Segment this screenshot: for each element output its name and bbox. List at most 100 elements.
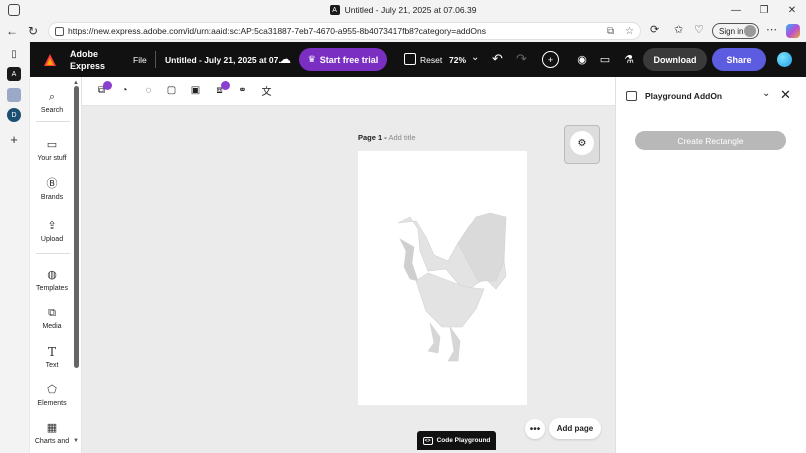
start-free-trial-button[interactable]: ♛ Start free trial — [299, 48, 387, 71]
sidebar-item-brands[interactable]: Ⓑ Brands — [30, 177, 74, 201]
sidebar-item-your-stuff[interactable]: ▭ Your stuff — [30, 138, 74, 162]
panel-collapse-chevron-icon[interactable]: ⌄ — [762, 88, 770, 99]
more-menu-icon[interactable]: ⋯ — [766, 23, 777, 36]
window-controls: — ❐ ✕ — [722, 0, 806, 20]
sidebar-item-label: Upload — [40, 236, 64, 243]
zoom-chevron-down-icon[interactable]: ⌄ — [471, 52, 479, 63]
brand-line-2: Express — [70, 61, 106, 71]
design-page[interactable] — [358, 151, 527, 405]
translate-icon[interactable]: 文 — [260, 84, 273, 98]
tab-image-icon[interactable] — [7, 88, 21, 102]
code-playground-button[interactable]: <> Code Playground — [417, 431, 496, 450]
media-icon: ⧉ — [48, 307, 56, 319]
favorites-icon[interactable]: ✩ — [674, 23, 683, 36]
user-profile-avatar[interactable] — [777, 52, 792, 67]
addon-panel: Playground AddOn ⌄ ✕ Create Rectangle — [615, 77, 806, 453]
browser-toolbar: ← ↻ https://new.express.adobe.com/id/urn… — [0, 20, 806, 42]
sidebar-item-label: Media — [42, 323, 62, 330]
lightbulb-icon[interactable]: ◉ — [575, 52, 589, 66]
code-playground-label: Code Playground — [436, 437, 491, 444]
addon-palette-icon[interactable]: ◔ — [118, 84, 131, 97]
cloud-sync-icon[interactable]: ☁ — [279, 52, 291, 66]
adobe-express-logo-icon[interactable] — [43, 53, 57, 67]
new-tab-plus-icon[interactable]: + — [7, 132, 21, 147]
sidebar-item-upload[interactable]: ⇪ Upload — [30, 219, 74, 243]
open-in-app-icon[interactable]: ⧉ — [607, 26, 614, 37]
sidebar-scrollbar-thumb[interactable] — [74, 86, 79, 368]
create-rectangle-button[interactable]: Create Rectangle — [635, 131, 786, 150]
brand-line-1: Adobe — [70, 49, 98, 59]
refresh-icon[interactable]: ↻ — [24, 22, 42, 40]
elements-icon: ⬠ — [47, 384, 57, 396]
sidebar-item-search[interactable]: ⌕ Search — [30, 90, 74, 114]
crown-icon: ♛ — [307, 54, 316, 64]
canvas-area[interactable] — [82, 106, 615, 453]
url-text: https://new.express.adobe.com/id/urn:aai… — [68, 26, 486, 36]
add-page-button[interactable]: Add page — [549, 418, 601, 439]
site-info-icon[interactable] — [55, 27, 64, 36]
more-options-icon[interactable]: ••• — [525, 419, 545, 439]
address-bar[interactable]: https://new.express.adobe.com/id/urn:aai… — [48, 22, 641, 40]
sidebar-item-label: Search — [40, 107, 64, 114]
window-title: Untitled - July 21, 2025 at 07.06.39 — [344, 5, 477, 15]
sidebar-item-text[interactable]: T Text — [30, 345, 74, 369]
sidebar-item-media[interactable]: ⧉ Media — [30, 306, 74, 330]
tab-actions-icon[interactable]: ▯ — [7, 47, 21, 61]
close-icon[interactable]: ✕ — [780, 87, 791, 103]
sidebar-item-label: Elements — [37, 400, 67, 407]
sidebar-item-charts[interactable]: ▦ Charts and — [30, 421, 74, 445]
code-icon: <> — [422, 436, 433, 445]
back-arrow-icon[interactable]: ← — [3, 22, 21, 40]
reset-button[interactable]: Reset — [420, 55, 442, 65]
addon-shapes-icon[interactable]: ◌ — [142, 84, 155, 97]
sign-in-button[interactable]: Sign in — [712, 23, 759, 39]
profile-avatar-icon — [744, 25, 756, 37]
trial-label: Start free trial — [319, 54, 379, 65]
sign-in-label: Sign in — [719, 26, 744, 36]
sidebar-item-label: Your stuff — [37, 155, 67, 162]
charts-icon: ▦ — [46, 422, 58, 434]
minimize-button[interactable]: — — [722, 0, 750, 20]
share-button[interactable]: Share — [712, 48, 766, 71]
scroll-down-arrow-icon[interactable]: ▼ — [73, 438, 79, 444]
file-menu-button[interactable]: File — [133, 55, 147, 65]
invite-user-icon[interactable]: + — [542, 51, 559, 68]
search-icon: ⌕ — [48, 91, 56, 103]
premium-crown-icon — [103, 81, 112, 90]
extensions-icon[interactable]: ⟳ — [650, 23, 659, 36]
document-title[interactable]: Untitled - July 21, 2025 at 07.... — [165, 55, 288, 65]
tab-site-icon[interactable]: D — [7, 108, 21, 122]
addon-calendar-icon — [626, 91, 637, 101]
sidebar-item-label: Charts and — [34, 438, 70, 445]
flask-icon[interactable]: ⚗ — [622, 52, 636, 66]
page-settings-icon[interactable]: ⚙ — [570, 131, 594, 155]
favorite-star-icon[interactable]: ☆ — [625, 26, 634, 37]
sidebar-item-elements[interactable]: ⬠ Elements — [30, 383, 74, 407]
page-thumbnail[interactable]: ⚙ — [564, 125, 600, 164]
page-number-label: Page 1 - — [358, 133, 387, 142]
create-rectangle-label: Create Rectangle — [677, 135, 744, 146]
sidebar-item-label: Templates — [36, 285, 68, 292]
upload-icon: ⇪ — [47, 220, 57, 232]
redo-icon[interactable]: ↷ — [516, 51, 527, 67]
tab-adobe-express-icon[interactable]: A — [7, 67, 21, 81]
close-window-button[interactable]: ✕ — [778, 0, 806, 20]
restore-button[interactable]: ❐ — [750, 0, 778, 20]
browser-essentials-icon[interactable]: ♡ — [694, 23, 704, 36]
addon-nodes-icon[interactable]: ⚭ — [236, 84, 249, 97]
reset-icon[interactable] — [404, 53, 416, 65]
page-label: Page 1 - Add title — [358, 133, 416, 142]
comment-icon[interactable]: ▭ — [598, 52, 612, 66]
rooster-3d-model-image[interactable] — [358, 151, 527, 405]
addon-toolbar: ⧉ ◔ ◌ ▢ ▣ ⧈ ⚭ 文 — [82, 77, 616, 106]
sidebar-item-templates[interactable]: ◍ Templates — [30, 268, 74, 292]
app-header: Adobe Express File Untitled - July 21, 2… — [30, 42, 806, 77]
addon-rectangle-icon[interactable]: ▢ — [165, 84, 178, 97]
download-label: Download — [653, 54, 697, 65]
addon-frame-icon[interactable]: ▣ — [189, 84, 202, 97]
zoom-level[interactable]: 72% — [449, 55, 466, 65]
undo-icon[interactable]: ↶ — [492, 51, 503, 67]
download-button[interactable]: Download — [643, 48, 707, 71]
copilot-icon[interactable] — [786, 24, 800, 38]
page-title-input[interactable]: Add title — [388, 133, 415, 142]
